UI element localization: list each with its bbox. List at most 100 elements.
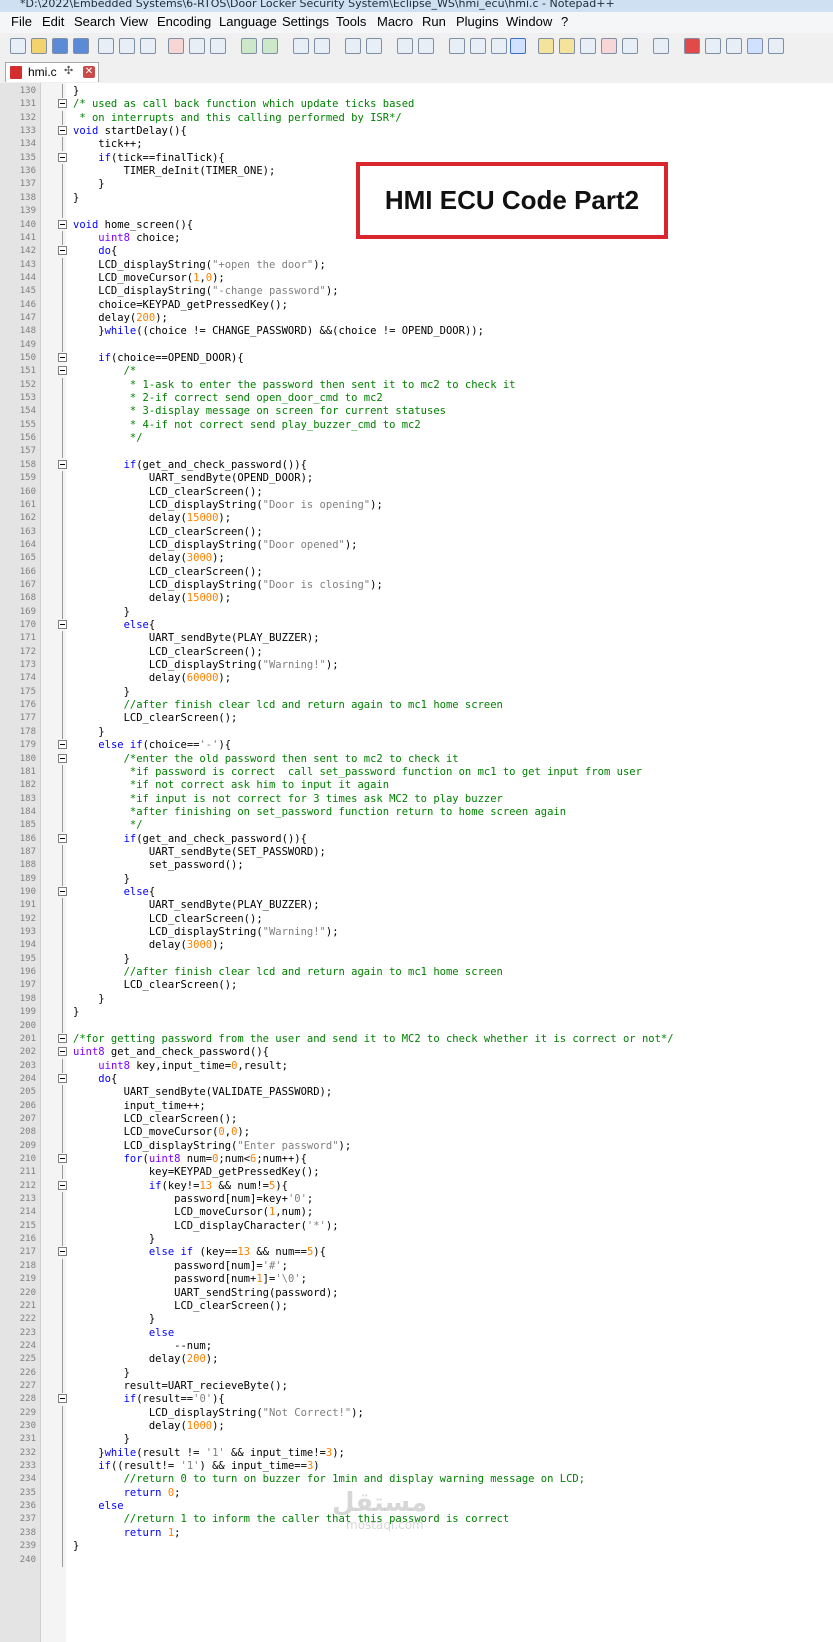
code-line[interactable]: 167 LCD_displayString("Door is closing")… xyxy=(0,577,833,592)
code-line[interactable]: 190 else{ xyxy=(0,885,833,899)
menu-macro[interactable]: Macro xyxy=(377,14,413,29)
fold-toggle-icon[interactable] xyxy=(58,887,67,896)
code-line[interactable]: 145 LCD_displayString("-change password"… xyxy=(0,284,833,299)
close-all-icon[interactable] xyxy=(119,38,135,54)
code-line[interactable]: 229 LCD_displayString("Not Correct!"); xyxy=(0,1405,833,1420)
code-line[interactable]: 188 set_password(); xyxy=(0,858,833,873)
code-line[interactable]: 198 } xyxy=(0,991,833,1006)
fold-toggle-icon[interactable] xyxy=(58,1247,67,1257)
code-line[interactable]: 208 LCD_moveCursor(0,0); xyxy=(0,1125,833,1140)
redo-icon[interactable] xyxy=(262,38,278,54)
code-line[interactable]: 134 tick++; xyxy=(0,137,833,152)
code-line[interactable]: 196 //after finish clear lcd and return … xyxy=(0,965,833,980)
word-wrap-icon[interactable] xyxy=(449,38,465,54)
code-line[interactable]: 142 do{ xyxy=(0,244,833,258)
menu-view[interactable]: View xyxy=(120,14,148,29)
fold-toggle-icon[interactable] xyxy=(58,1154,67,1163)
menu-window[interactable]: Window xyxy=(506,14,552,29)
fold-toggle-icon[interactable] xyxy=(58,353,67,362)
code-line[interactable]: 213 password[num]=key+'0'; xyxy=(0,1192,833,1207)
fold-toggle-icon[interactable] xyxy=(58,246,67,256)
code-line[interactable]: 231 } xyxy=(0,1432,833,1447)
code-line[interactable]: 151 /* xyxy=(0,364,833,378)
save-icon[interactable] xyxy=(52,38,68,54)
code-line[interactable]: 240 xyxy=(0,1552,833,1567)
fold-toggle-icon[interactable] xyxy=(58,1033,67,1043)
code-line[interactable]: 199} xyxy=(0,1005,833,1020)
code-line[interactable]: 189 } xyxy=(0,871,833,886)
code-line[interactable]: 222 } xyxy=(0,1312,833,1327)
code-line[interactable]: 174 delay(60000); xyxy=(0,671,833,686)
menu-plugins[interactable]: Plugins xyxy=(456,14,499,29)
code-line[interactable]: 159 UART_sendByte(OPEND_DOOR); xyxy=(0,471,833,486)
code-line[interactable]: 182 *if not correct ask him to input it … xyxy=(0,778,833,793)
menu-search[interactable]: Search xyxy=(74,14,115,29)
code-line[interactable]: 147 delay(200); xyxy=(0,310,833,325)
close-file-icon[interactable] xyxy=(98,38,114,54)
code-line[interactable]: 214 LCD_moveCursor(1,num); xyxy=(0,1205,833,1220)
fold-toggle-icon[interactable] xyxy=(58,152,67,162)
code-line[interactable]: 153 * 2-if correct send open_door_cmd to… xyxy=(0,391,833,406)
code-line[interactable]: 175 } xyxy=(0,684,833,699)
code-line[interactable]: 179 else if(choice=='-'){ xyxy=(0,738,833,752)
code-line[interactable]: 152 * 1-ask to enter the password then s… xyxy=(0,377,833,392)
zoom-in-icon[interactable] xyxy=(345,38,361,54)
code-line[interactable]: 131 /* used as call back function which u… xyxy=(0,97,833,111)
code-line[interactable]: 148 }while((choice != CHANGE_PASSWORD) &… xyxy=(0,324,833,339)
code-line[interactable]: 133 void startDelay(){ xyxy=(0,124,833,138)
record-macro-icon[interactable] xyxy=(684,38,700,54)
code-line[interactable]: 227 result=UART_recieveByte(); xyxy=(0,1378,833,1393)
show-all-chars-icon[interactable] xyxy=(470,38,486,54)
code-line[interactable]: 155 * 4-if not correct send play_buzzer_… xyxy=(0,417,833,432)
code-line[interactable]: 160 LCD_clearScreen(); xyxy=(0,484,833,499)
code-line[interactable]: 197 LCD_clearScreen(); xyxy=(0,978,833,993)
code-line[interactable]: 132 * on interrupts and this calling per… xyxy=(0,110,833,125)
code-line[interactable]: 192 LCD_clearScreen(); xyxy=(0,911,833,926)
code-line[interactable]: 143 LCD_displayString("+open the door"); xyxy=(0,257,833,272)
replace-icon[interactable] xyxy=(314,38,330,54)
code-line[interactable]: 233 if((result!= '1') && input_time==3) xyxy=(0,1459,833,1474)
paste-icon[interactable] xyxy=(210,38,226,54)
code-line[interactable]: 221 LCD_clearScreen(); xyxy=(0,1298,833,1313)
ascii-icon[interactable] xyxy=(622,38,638,54)
save-macro-icon[interactable] xyxy=(768,38,784,54)
code-line[interactable]: 166 LCD_clearScreen(); xyxy=(0,564,833,579)
code-line[interactable]: 203 uint8 key,input_time=0,result; xyxy=(0,1058,833,1073)
code-line[interactable]: 181 *if password is correct call set_pas… xyxy=(0,764,833,779)
code-line[interactable]: 169 } xyxy=(0,604,833,619)
code-line[interactable]: 225 delay(200); xyxy=(0,1352,833,1367)
code-line[interactable]: 177 LCD_clearScreen(); xyxy=(0,711,833,726)
fold-toggle-icon[interactable] xyxy=(58,1180,67,1190)
undo-icon[interactable] xyxy=(241,38,257,54)
code-line[interactable]: 162 delay(15000); xyxy=(0,511,833,526)
code-line[interactable]: 172 LCD_clearScreen(); xyxy=(0,644,833,659)
code-line[interactable]: 210 for(uint8 num=0;num<6;num++){ xyxy=(0,1152,833,1166)
code-line[interactable]: 194 delay(3000); xyxy=(0,938,833,953)
copy-icon[interactable] xyxy=(189,38,205,54)
fold-toggle-icon[interactable] xyxy=(58,740,67,750)
code-line[interactable]: 183 *if input is not correct for 3 times… xyxy=(0,791,833,806)
fold-toggle-icon[interactable] xyxy=(58,833,67,843)
fold-toggle-icon[interactable] xyxy=(58,366,67,376)
code-line[interactable]: 149 xyxy=(0,337,833,352)
code-line[interactable]: 186 if(get_and_check_password()){ xyxy=(0,832,833,846)
code-line[interactable]: 209 LCD_displayString("Enter password"); xyxy=(0,1138,833,1153)
fold-toggle-icon[interactable] xyxy=(58,99,67,109)
code-line[interactable]: 226 } xyxy=(0,1365,833,1380)
code-line[interactable]: 187 UART_sendByte(SET_PASSWORD); xyxy=(0,844,833,859)
code-line[interactable]: 130} xyxy=(0,84,833,98)
menu-edit[interactable]: Edit xyxy=(42,14,64,29)
fold-toggle-icon[interactable] xyxy=(58,1394,67,1404)
run-macro-multiple-icon[interactable] xyxy=(747,38,763,54)
code-line[interactable]: 157 xyxy=(0,444,833,459)
doc-map-icon[interactable] xyxy=(538,38,554,54)
menu-settings[interactable]: Settings xyxy=(282,14,329,29)
preview-icon[interactable] xyxy=(653,38,669,54)
code-line[interactable]: 171 UART_sendByte(PLAY_BUZZER); xyxy=(0,631,833,646)
code-line[interactable]: 165 delay(3000); xyxy=(0,551,833,566)
fold-toggle-icon[interactable] xyxy=(58,620,67,629)
code-line[interactable]: 176 //after finish clear lcd and return … xyxy=(0,698,833,713)
fold-toggle-icon[interactable] xyxy=(58,219,67,229)
code-line[interactable]: 217 else if (key==13 && num==5){ xyxy=(0,1245,833,1259)
code-line[interactable]: 204 do{ xyxy=(0,1072,833,1086)
